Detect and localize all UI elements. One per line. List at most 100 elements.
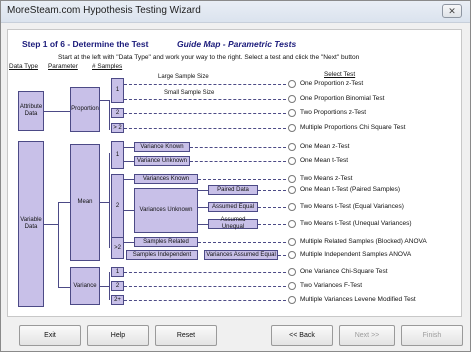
finish-button[interactable]: Finish xyxy=(401,325,463,346)
paired-data-box: Paired Data xyxy=(208,185,258,195)
connector xyxy=(124,210,134,211)
connector xyxy=(44,111,70,112)
test-label[interactable]: Two Means t-Test (Equal Variances) xyxy=(300,203,404,210)
variances-assumed-equal-box: Variances Assumed Equal xyxy=(204,250,278,260)
window-title: MoreSteam.com Hypothesis Testing Wizard xyxy=(7,5,201,16)
connector xyxy=(100,100,109,101)
next-button[interactable]: Next >> xyxy=(339,325,395,346)
step-title: Step 1 of 6 - Determine the Test xyxy=(22,39,149,49)
connector xyxy=(198,224,208,225)
close-button[interactable]: ✕ xyxy=(442,4,462,18)
connector xyxy=(258,190,286,191)
connector xyxy=(124,161,134,162)
connector xyxy=(198,242,286,243)
connector xyxy=(124,99,286,100)
connector xyxy=(124,242,134,243)
radio-multiple-variances-levene-test[interactable] xyxy=(288,296,296,304)
connector xyxy=(198,207,208,208)
test-label[interactable]: Multiple Independent Samples ANOVA xyxy=(300,251,411,258)
connector xyxy=(124,300,286,301)
connector xyxy=(124,113,286,114)
connector xyxy=(100,286,109,287)
radio-one-mean-t-test[interactable] xyxy=(288,157,296,165)
radio-two-means-t-test-equal[interactable] xyxy=(288,203,296,211)
exit-button[interactable]: Exit xyxy=(19,325,81,346)
mean-box: Mean xyxy=(70,144,100,261)
mean-samples-2: 2 xyxy=(111,174,124,239)
connector xyxy=(124,286,286,287)
test-label[interactable]: One Proportion z-Test xyxy=(300,80,363,87)
test-label[interactable]: Multiple Proportions Chi Square Test xyxy=(300,124,405,131)
assumed-equal-box: Assumed Equal xyxy=(208,202,258,212)
header-parameter: Parameter xyxy=(48,63,78,70)
samples-independent-box: Samples Independent xyxy=(126,250,198,260)
test-label[interactable]: One Mean z-Test xyxy=(300,143,350,150)
connector xyxy=(190,161,286,162)
connector xyxy=(124,272,286,273)
connector xyxy=(278,255,286,256)
radio-two-means-z-test[interactable] xyxy=(288,175,296,183)
connector xyxy=(109,153,110,248)
radio-one-mean-t-test-paired[interactable] xyxy=(288,186,296,194)
variance-samples-1: 1 xyxy=(111,267,124,277)
variance-box: Variance xyxy=(70,267,100,305)
back-button[interactable]: << Back xyxy=(271,325,333,346)
connector xyxy=(44,224,58,225)
connector xyxy=(258,224,286,225)
test-label[interactable]: One Proportion Binomial Test xyxy=(300,95,384,102)
test-label[interactable]: Two Proportions z-Test xyxy=(300,109,366,116)
radio-multiple-independent-samples-anova[interactable] xyxy=(288,251,296,259)
test-label[interactable]: Multiple Related Samples (Blocked) ANOVA xyxy=(300,238,427,245)
variances-unknown-box: Variances Unknown xyxy=(134,188,198,233)
guide-map-panel: Step 1 of 6 - Determine the Test Guide M… xyxy=(7,29,462,317)
test-label[interactable]: One Mean t-Test xyxy=(300,157,348,164)
radio-multiple-related-samples-anova[interactable] xyxy=(288,238,296,246)
connector xyxy=(198,179,286,180)
help-button[interactable]: Help xyxy=(87,325,149,346)
mean-samples-1: 1 xyxy=(111,141,124,169)
header-samples: # Samples xyxy=(92,63,123,70)
connector xyxy=(124,84,286,85)
samples-related-box: Samples Related xyxy=(134,237,198,247)
assumed-unequal-box: Assumed Unequal xyxy=(208,217,258,230)
radio-two-variances-f-test[interactable] xyxy=(288,282,296,290)
variable-data-box: Variable Data xyxy=(18,141,44,307)
radio-one-mean-z-test[interactable] xyxy=(288,143,296,151)
radio-one-proportion-binomial-test[interactable] xyxy=(288,95,296,103)
connector xyxy=(109,100,110,130)
connector xyxy=(190,147,286,148)
header-data-type: Data Type xyxy=(9,63,39,70)
connector xyxy=(124,147,134,148)
radio-one-variance-chi-square-test[interactable] xyxy=(288,268,296,276)
test-label[interactable]: One Mean t-Test (Paired Samples) xyxy=(300,186,400,193)
connector xyxy=(100,202,109,203)
connector xyxy=(124,179,134,180)
radio-one-proportion-z-test[interactable] xyxy=(288,80,296,88)
test-label[interactable]: Two Means t-Test (Unequal Variances) xyxy=(300,220,412,227)
connector xyxy=(198,190,208,191)
connector xyxy=(258,207,286,208)
proportion-samples-3: > 2 xyxy=(111,123,124,133)
test-label[interactable]: Multiple Variances Levene Modified Test xyxy=(300,296,416,303)
reset-button[interactable]: Reset xyxy=(155,325,217,346)
variance-known-box: Variance Known xyxy=(134,142,190,152)
test-label[interactable]: Two Means z-Test xyxy=(300,175,352,182)
radio-two-means-t-test-unequal[interactable] xyxy=(288,220,296,228)
close-icon: ✕ xyxy=(448,6,456,16)
connector xyxy=(58,287,70,288)
variance-samples-3: 2+ xyxy=(111,295,124,305)
proportion-box: Proportion xyxy=(70,87,100,132)
connector xyxy=(58,202,70,203)
small-sample-label: Small Sample Size xyxy=(164,90,215,96)
attribute-data-box: Attribute Data xyxy=(18,91,44,131)
connector xyxy=(109,272,110,300)
title-bar: MoreSteam.com Hypothesis Testing Wizard … xyxy=(1,1,470,23)
guide-title: Guide Map - Parametric Tests xyxy=(177,39,297,49)
test-label[interactable]: Two Variances F-Test xyxy=(300,282,362,289)
radio-two-proportions-z-test[interactable] xyxy=(288,109,296,117)
variance-unknown-box: Variance Unknown xyxy=(134,156,190,166)
test-label[interactable]: One Variance Chi-Square Test xyxy=(300,268,388,275)
radio-multiple-proportions-chi-square-test[interactable] xyxy=(288,124,296,132)
proportion-samples-1: 1 xyxy=(111,78,124,103)
mean-samples-3: >2 xyxy=(111,237,124,259)
